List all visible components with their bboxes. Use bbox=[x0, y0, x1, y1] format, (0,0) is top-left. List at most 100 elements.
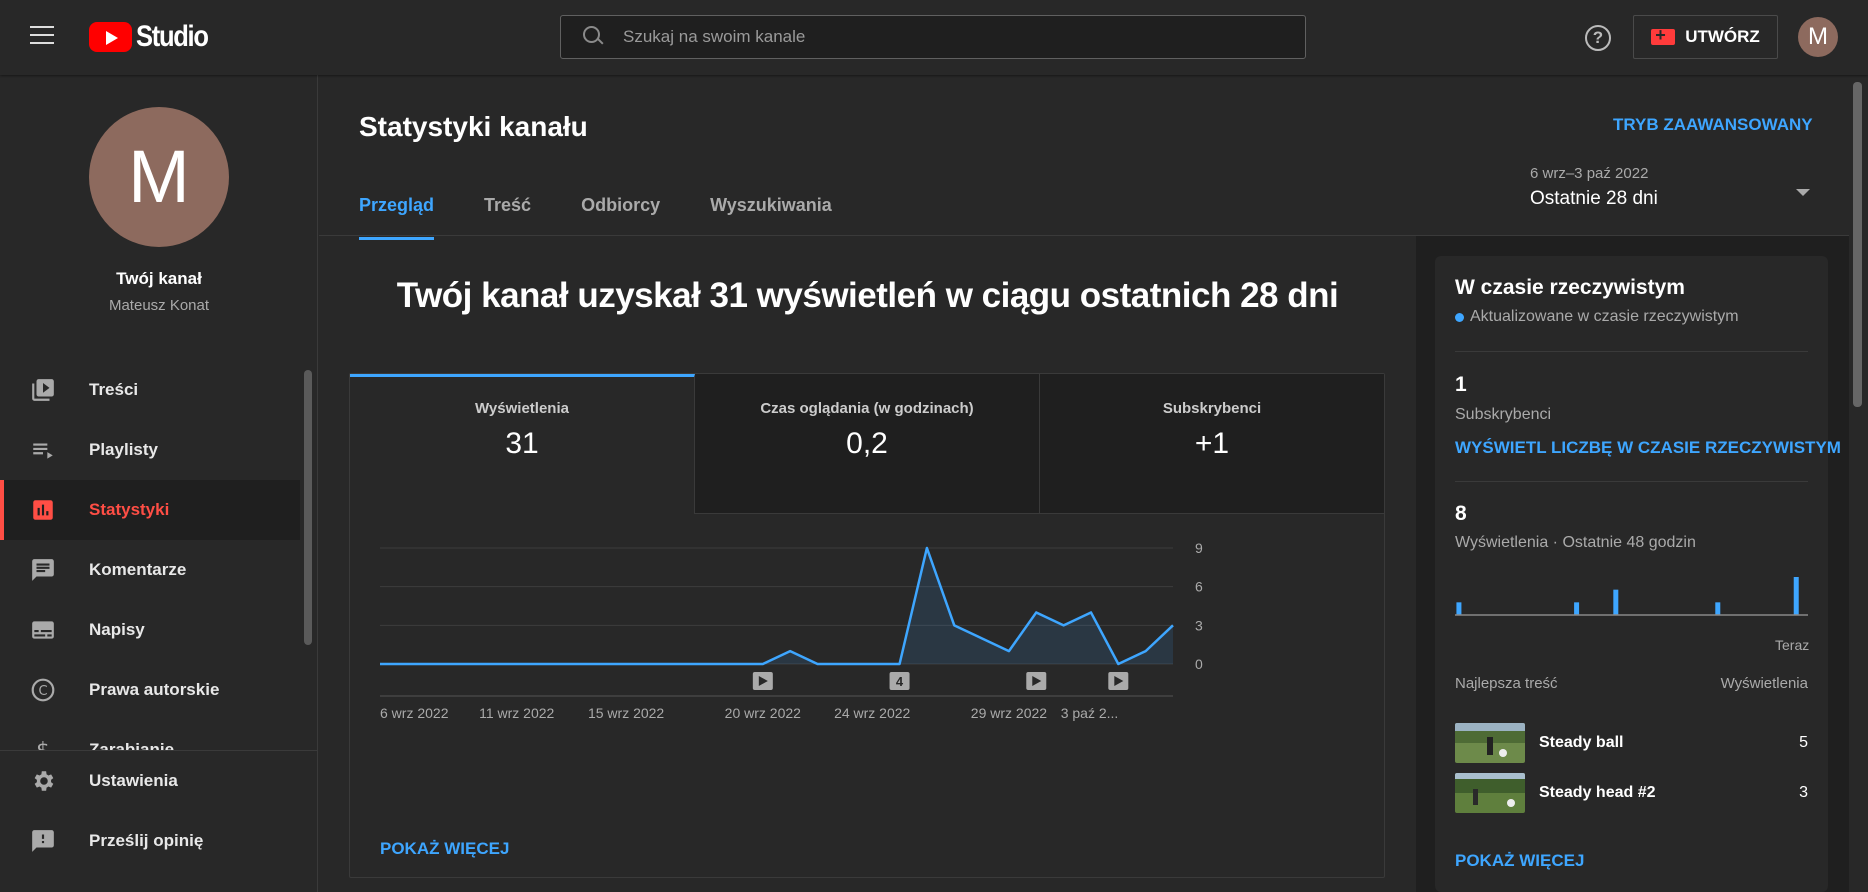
tab-content[interactable]: Treść bbox=[484, 170, 531, 240]
tab-research[interactable]: Wyszukiwania bbox=[710, 170, 832, 240]
top-content-row[interactable]: Steady ball 5 bbox=[1455, 722, 1808, 764]
realtime-bar bbox=[1574, 602, 1580, 615]
comments-icon bbox=[30, 557, 56, 583]
metric-value: +1 bbox=[1194, 427, 1230, 460]
tab-overview[interactable]: Przegląd bbox=[359, 170, 435, 240]
y-tick-label: 9 bbox=[1195, 540, 1203, 556]
metric-watch-time[interactable]: Czas oglądania (w godzinach) 0,2 bbox=[695, 374, 1040, 514]
sidebar-item-label: Prawa autorskie bbox=[89, 680, 220, 699]
realtime-title: W czasie rzeczywistym bbox=[1455, 276, 1685, 299]
x-tick-label: 6 wrz 2022 bbox=[380, 705, 449, 721]
video-title: Steady ball bbox=[1539, 734, 1624, 751]
metric-value: 31 bbox=[505, 427, 539, 460]
sidebar-item-copyright[interactable]: C Prawa autorskie bbox=[0, 660, 300, 720]
y-tick-label: 0 bbox=[1195, 656, 1203, 672]
tab-audience[interactable]: Odbiorcy bbox=[581, 170, 660, 240]
marker-count-label: 4 bbox=[896, 674, 904, 689]
x-tick-label: 29 wrz 2022 bbox=[971, 705, 1047, 721]
x-tick-label: 20 wrz 2022 bbox=[725, 705, 801, 721]
realtime-subs-label: Subskrybenci bbox=[1455, 406, 1552, 423]
x-tick-label: 11 wrz 2022 bbox=[479, 705, 554, 721]
sidebar-scrollbar[interactable] bbox=[304, 370, 312, 645]
video-thumbnail bbox=[1455, 773, 1525, 813]
live-dot-icon bbox=[1455, 312, 1464, 322]
subtitles-icon bbox=[30, 617, 56, 643]
copyright-icon: C bbox=[30, 677, 56, 703]
realtime-bar-chart[interactable] bbox=[1455, 571, 1808, 621]
sidebar-bottom: Ustawienia Prześlij opinię bbox=[0, 750, 318, 871]
video-views: 3 bbox=[1799, 784, 1808, 801]
sidebar-item-label: Prześlij opinię bbox=[89, 831, 204, 850]
metric-subscribers[interactable]: Subskrybenci +1 bbox=[1040, 374, 1384, 514]
create-video-icon bbox=[1651, 25, 1676, 46]
metric-value: 0,2 bbox=[846, 427, 888, 460]
realtime-bar bbox=[1715, 602, 1721, 615]
realtime-subs-value: 1 bbox=[1455, 373, 1467, 396]
channel-avatar[interactable]: M bbox=[89, 107, 229, 247]
search-input[interactable] bbox=[623, 27, 1305, 47]
realtime-subtitle-text: Aktualizowane w czasie rzeczywistym bbox=[1470, 308, 1739, 325]
views-area bbox=[380, 548, 1173, 664]
realtime-subtitle: Aktualizowane w czasie rzeczywistym bbox=[1455, 308, 1739, 326]
channel-title: Twój kanał bbox=[116, 269, 202, 288]
sidebar-item-subtitles[interactable]: Napisy bbox=[0, 600, 300, 660]
date-range-dates: 6 wrz–3 paź 2022 bbox=[1530, 165, 1649, 182]
menu-icon[interactable] bbox=[30, 26, 54, 44]
y-tick-label: 3 bbox=[1195, 617, 1203, 633]
video-title: Steady head #2 bbox=[1539, 784, 1656, 801]
youtube-studio-logo[interactable]: Studio bbox=[89, 20, 220, 54]
realtime-bar bbox=[1456, 602, 1462, 615]
x-tick-label: 15 wrz 2022 bbox=[588, 705, 664, 721]
y-tick-label: 6 bbox=[1195, 579, 1203, 595]
sidebar-item-label: Playlisty bbox=[89, 440, 158, 459]
views-chart[interactable]: 0 3 6 9 4 6 wrz 2022 11 wrz 2022 15 wrz 2022 20 … bbox=[350, 514, 1384, 834]
realtime-card: W czasie rzeczywistym Aktualizowane w cz… bbox=[1435, 256, 1841, 892]
sidebar-item-comments[interactable]: Komentarze bbox=[0, 540, 300, 600]
sidebar-item-earn[interactable]: $ Zarabianie bbox=[0, 720, 300, 750]
divider bbox=[1455, 481, 1808, 482]
logo-text: Studio bbox=[136, 20, 209, 53]
sidebar-item-content[interactable]: Treści bbox=[0, 360, 300, 420]
channel-user-name: Mateusz Konat bbox=[108, 297, 210, 314]
sidebar-item-analytics[interactable]: Statystyki bbox=[0, 480, 300, 540]
sidebar-item-label: Ustawienia bbox=[89, 771, 178, 790]
sidebar-item-label: Zarabianie bbox=[89, 740, 175, 750]
sidebar-item-settings[interactable]: Ustawienia bbox=[0, 751, 318, 811]
account-avatar[interactable]: M bbox=[1798, 17, 1838, 57]
youtube-play-icon bbox=[89, 22, 132, 52]
sidebar: M Twój kanał Mateusz Konat Treści Playli… bbox=[0, 75, 318, 892]
show-more-link[interactable]: POKAŻ WIĘCEJ bbox=[380, 839, 509, 859]
now-label: Teraz bbox=[1775, 637, 1810, 653]
metric-views[interactable]: Wyświetlenia 31 bbox=[350, 374, 695, 514]
help-icon[interactable]: ? bbox=[1585, 25, 1611, 51]
create-button[interactable]: UTWÓRZ bbox=[1633, 15, 1778, 59]
sidebar-item-label: Komentarze bbox=[89, 560, 187, 579]
metric-tabs: Wyświetlenia 31 Czas oglądania (w godzin… bbox=[350, 374, 1384, 514]
realtime-count-link[interactable]: WYŚWIETL LICZBĘ W CZASIE RZECZYWISTYM bbox=[1455, 438, 1841, 458]
gear-icon bbox=[30, 768, 56, 794]
search-box[interactable] bbox=[560, 15, 1306, 59]
search-icon bbox=[583, 26, 605, 48]
realtime-bar bbox=[1613, 589, 1619, 615]
date-range-picker[interactable]: 6 wrz–3 paź 2022 Ostatnie 28 dni bbox=[1530, 165, 1820, 225]
svg-text:$: $ bbox=[36, 739, 50, 750]
divider bbox=[1455, 351, 1808, 352]
advanced-mode-link[interactable]: TRYB ZAAWANSOWANY bbox=[1613, 115, 1813, 135]
top-bar: Studio ? UTWÓRZ M bbox=[0, 0, 1868, 75]
metrics-card: Wyświetlenia 31 Czas oglądania (w godzin… bbox=[349, 373, 1385, 878]
dropdown-arrow-icon bbox=[1796, 189, 1810, 196]
sidebar-item-playlists[interactable]: Playlisty bbox=[0, 420, 300, 480]
x-tick-label: 24 wrz 2022 bbox=[834, 705, 910, 721]
realtime-show-more-link[interactable]: POKAŻ WIĘCEJ bbox=[1455, 851, 1584, 871]
top-content-title: Najlepsza treść bbox=[1455, 675, 1558, 692]
realtime-bar bbox=[1793, 577, 1799, 615]
metric-label: Czas oglądania (w godzinach) bbox=[760, 400, 974, 417]
page-scrollbar[interactable] bbox=[1853, 82, 1862, 407]
top-content-row[interactable]: Steady head #2 3 bbox=[1455, 772, 1808, 814]
analytics-tabs: Przegląd Treść Odbiorcy Wyszukiwania bbox=[359, 170, 882, 240]
sidebar-item-label: Statystyki bbox=[89, 500, 170, 519]
video-views: 5 bbox=[1799, 734, 1808, 751]
top-content-metric: Wyświetlenia bbox=[1720, 675, 1808, 692]
dollar-icon: $ bbox=[30, 737, 56, 750]
sidebar-item-feedback[interactable]: Prześlij opinię bbox=[0, 811, 318, 871]
